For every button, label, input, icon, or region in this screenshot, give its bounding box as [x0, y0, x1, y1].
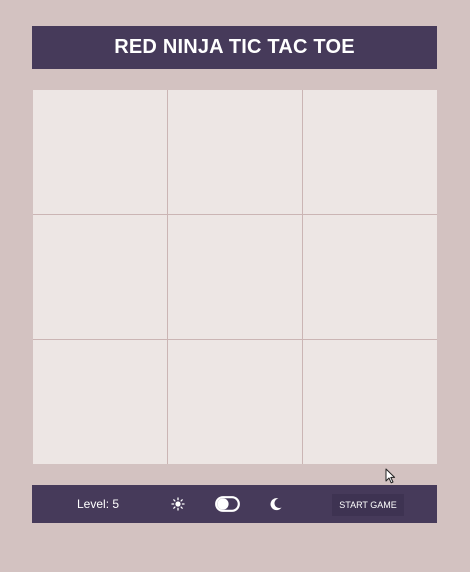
title-bar: RED NINJA TIC TAC TOE: [32, 26, 437, 69]
start-game-button[interactable]: START GAME: [332, 494, 404, 516]
level-indicator: Level: 5: [77, 497, 120, 511]
board-cell-6[interactable]: [303, 215, 437, 339]
game-board: [33, 90, 437, 464]
moon-icon: [268, 496, 284, 512]
board-cell-1[interactable]: [33, 90, 167, 214]
control-bar: Level: 5 START GAME: [32, 485, 437, 523]
sun-icon: [170, 496, 186, 512]
board-cell-4[interactable]: [33, 215, 167, 339]
board-cell-9[interactable]: [303, 340, 437, 464]
mouse-pointer-icon: [385, 468, 396, 484]
board-cell-3[interactable]: [303, 90, 437, 214]
game-title: RED NINJA TIC TAC TOE: [114, 36, 355, 58]
board-cell-7[interactable]: [33, 340, 167, 464]
board-cell-2[interactable]: [168, 90, 302, 214]
board-cell-5[interactable]: [168, 215, 302, 339]
board-cell-8[interactable]: [168, 340, 302, 464]
theme-toggle[interactable]: [215, 496, 240, 512]
